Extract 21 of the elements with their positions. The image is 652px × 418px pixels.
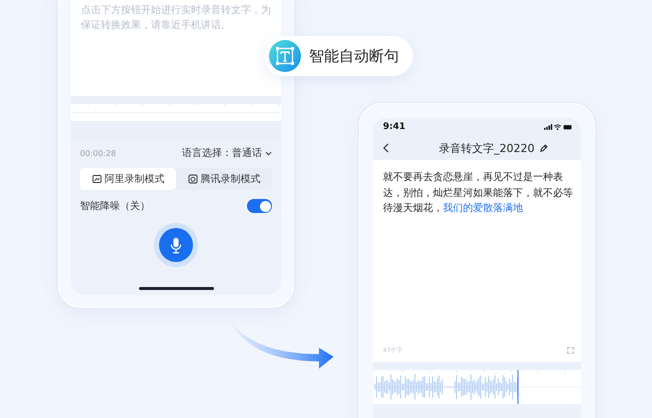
hint-text: 点击下方按钮开始进行实时录音转文字，为保证转换效果，请靠近手机讲话。 bbox=[81, 4, 271, 33]
expand-icon[interactable] bbox=[567, 346, 574, 354]
status-time: 9:41 bbox=[383, 122, 406, 132]
highlighted-text: 我们的爱散落满地 bbox=[443, 203, 523, 214]
transcript-text: 就不要再去贪恋悬崖，再见不过是一种表达，别怕，灿烂星河如果能落下，就不必等待漫天烟花，我们的爱散落满地 bbox=[383, 170, 574, 216]
toggle-switch[interactable] bbox=[247, 199, 272, 213]
mode-tab[interactable]: 腾讯录制模式 bbox=[176, 168, 272, 190]
pencil-icon[interactable] bbox=[538, 144, 548, 152]
chart-icon bbox=[92, 174, 102, 184]
language-selector[interactable]: 语言选择：普通话 bbox=[182, 146, 272, 160]
text-box-icon bbox=[269, 40, 301, 72]
noise-reduction-label: 智能降噪（关） bbox=[80, 200, 150, 213]
mode-tab[interactable]: 阿里录制模式 bbox=[80, 168, 176, 190]
caret-icon bbox=[265, 150, 272, 156]
camera-icon bbox=[188, 174, 198, 184]
status-icons bbox=[544, 123, 572, 131]
recording-timer: 00:00:28 bbox=[80, 148, 116, 158]
microphone-icon bbox=[170, 236, 182, 254]
feature-label: 智能自动断句 bbox=[309, 46, 399, 66]
record-button[interactable] bbox=[154, 223, 198, 267]
document-title: 录音转文字_20220 bbox=[439, 140, 534, 156]
